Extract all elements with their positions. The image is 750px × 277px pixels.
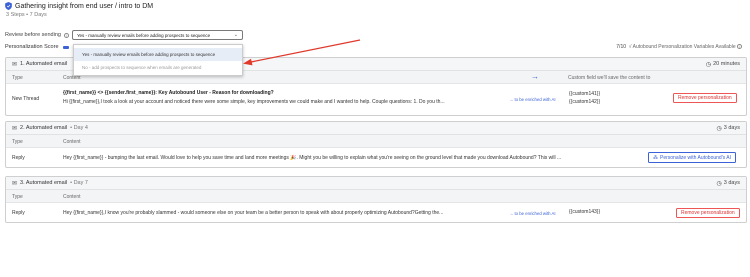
col-type: Type — [12, 75, 23, 81]
dropdown-option-no[interactable]: No - add prospects to sequence when emai… — [74, 61, 242, 74]
custom-var: {{custom142}} — [569, 99, 601, 105]
shield-icon — [5, 2, 12, 10]
clock-icon: ◷ — [705, 61, 712, 68]
custom-var: {{custom143}} — [569, 209, 601, 215]
custom-vars: {{custom141}} {{custom142}} — [569, 90, 600, 106]
row-type: Reply — [12, 210, 25, 216]
review-select[interactable]: Yes - manually review emails before addi… — [71, 30, 243, 40]
page-title: Gathering insight from end user / intro … — [15, 2, 154, 10]
page-subtitle: 3 Steps • 7 Days — [6, 12, 47, 18]
clock-icon: ◷ — [716, 180, 722, 187]
review-label: Review before sending — [5, 32, 61, 38]
card-title: 3. Automated email — [20, 180, 68, 186]
card-delay: ◷ 3 days — [717, 125, 740, 132]
custom-vars: {{custom143}} — [569, 208, 600, 216]
dropdown-option-yes[interactable]: Yes - manually review emails before addi… — [74, 48, 242, 61]
score-note: √ Autobound Personalization Variables Av… — [628, 44, 736, 50]
card-delay-value: 20 minutes — [713, 61, 740, 67]
card-delay: ◷ 3 days — [717, 180, 740, 187]
row-type: New Thread — [12, 96, 40, 102]
row-body[interactable]: Hey {{first_name}} - bumping the last em… — [63, 155, 641, 161]
info-icon[interactable]: i — [63, 32, 69, 38]
review-row: Review before sending i Yes - manually r… — [5, 30, 243, 40]
remove-personalization-button[interactable]: Remove personalization — [673, 93, 737, 103]
card-header: ✉ 2. Automated email • Day 4 ◷ 3 days — [6, 122, 746, 135]
personalize-ai-label: Personalize with Autobound's AI — [660, 154, 732, 161]
card-header: ✉ 3. Automated email • Day 7 ◷ 3 days — [6, 177, 746, 190]
row-body[interactable]: Hi {{first_name}},I took a look at your … — [63, 99, 503, 105]
column-headers: Type Content — [6, 190, 746, 203]
card-delay: ◷ 20 minutes — [706, 61, 740, 68]
card-delay-value: 3 days — [723, 125, 740, 131]
score-value: 7/10 — [616, 44, 627, 50]
arrow-right-icon: → — [531, 72, 539, 81]
chevron-down-icon: ⌄ — [233, 32, 238, 38]
info-icon[interactable]: i — [737, 44, 742, 49]
card-title: 1. Automated email — [20, 61, 68, 67]
score-bar — [62, 45, 69, 49]
col-content: Content — [63, 139, 81, 145]
card-day: • Day 7 — [70, 180, 88, 186]
remove-personalization-button[interactable]: Remove personalization — [676, 208, 740, 218]
col-content: Content — [63, 194, 81, 200]
card-title: 2. Automated email — [20, 125, 68, 131]
table-row: Reply Hey {{first_name}} - bumping the l… — [6, 148, 746, 168]
mail-icon: ✉ — [12, 61, 18, 68]
card-day: • Day 4 — [70, 125, 88, 131]
score-summary: 7/10 √ Autobound Personalization Variabl… — [616, 44, 742, 50]
enrich-label: → to be enriched with AI — [509, 211, 556, 216]
score-label: Personalization Score — [5, 44, 59, 50]
col-custom-field: Custom field we'll save the content to — [568, 75, 651, 81]
review-dropdown-menu: Yes - manually review emails before addi… — [73, 44, 243, 76]
score-row: Personalization Score — [5, 44, 69, 50]
table-row: New Thread {{first_name}} <> {{sender.fi… — [6, 84, 746, 116]
col-type: Type — [12, 139, 23, 145]
column-headers: Type Content — [6, 135, 746, 148]
clock-icon: ◷ — [716, 125, 722, 132]
mail-icon: ✉ — [12, 125, 18, 132]
card-delay-value: 3 days — [723, 180, 740, 186]
col-type: Type — [12, 194, 23, 200]
sparkle-icon: ⁂ — [653, 154, 658, 161]
custom-var: {{custom141}} — [569, 91, 601, 97]
row-type: Reply — [12, 155, 25, 161]
row-body[interactable]: Hey {{first_name}},I know you're probabl… — [63, 210, 503, 216]
enrich-label: → to be enriched with AI — [509, 97, 556, 102]
email-card-3: ✉ 3. Automated email • Day 7 ◷ 3 days Ty… — [5, 176, 747, 223]
review-select-value: Yes - manually review emails before addi… — [76, 32, 211, 38]
personalize-ai-button[interactable]: ⁂ Personalize with Autobound's AI — [648, 152, 737, 163]
email-card-2: ✉ 2. Automated email • Day 4 ◷ 3 days Ty… — [5, 121, 747, 168]
mail-icon: ✉ — [12, 180, 18, 187]
row-subject[interactable]: {{first_name}} <> {{sender.first_name}}:… — [63, 90, 503, 96]
header: Gathering insight from end user / intro … — [5, 2, 153, 18]
table-row: Reply Hey {{first_name}},I know you're p… — [6, 203, 746, 223]
